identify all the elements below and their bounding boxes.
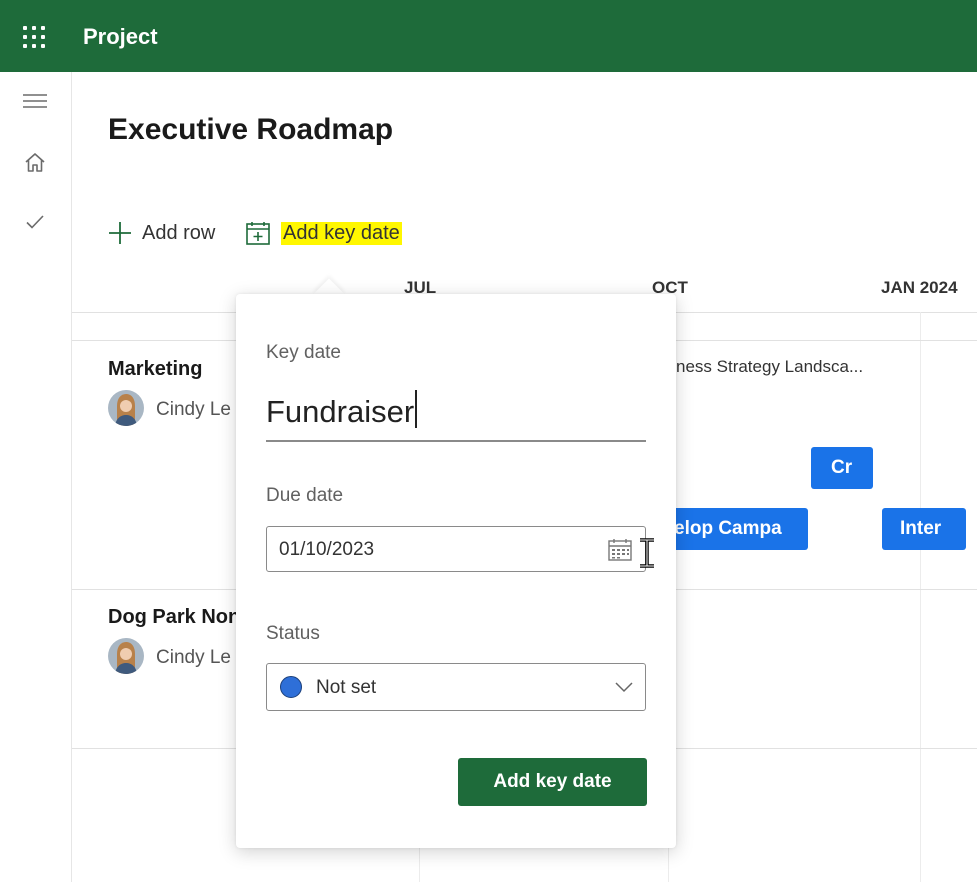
add-key-date-popover: Key date Fundraiser Due date 01/10/2023 … bbox=[236, 294, 676, 848]
task-bar[interactable]: Cr bbox=[811, 447, 873, 489]
row-name[interactable]: Dog Park Non bbox=[108, 606, 240, 629]
checkmark-icon[interactable] bbox=[18, 205, 52, 239]
text-cursor-icon bbox=[640, 538, 654, 568]
add-key-date-button[interactable]: Add key date bbox=[245, 218, 402, 248]
status-dot bbox=[280, 676, 302, 698]
due-date-value: 01/10/2023 bbox=[279, 539, 375, 560]
grid-line bbox=[920, 312, 921, 882]
chevron-down-icon bbox=[615, 682, 633, 693]
task-bar[interactable]: Inter bbox=[882, 508, 966, 550]
row-owner: Cindy Le bbox=[156, 399, 231, 420]
calendar-icon[interactable] bbox=[608, 539, 632, 561]
text-caret bbox=[415, 390, 418, 428]
plus-icon bbox=[109, 222, 131, 244]
add-key-date-submit-button[interactable]: Add key date bbox=[458, 758, 647, 806]
app-title[interactable]: Project bbox=[83, 24, 158, 50]
row-name[interactable]: Marketing bbox=[108, 358, 202, 381]
app-header: Project bbox=[0, 0, 977, 72]
key-date-input[interactable]: Fundraiser bbox=[266, 382, 646, 442]
row-owner: Cindy Le bbox=[156, 647, 231, 668]
calendar-add-icon bbox=[246, 222, 270, 245]
page-title: Executive Roadmap bbox=[108, 113, 394, 146]
status-select[interactable]: Not set bbox=[266, 663, 646, 711]
timeline-month: JAN 2024 bbox=[881, 278, 958, 297]
status-value: Not set bbox=[316, 677, 377, 698]
left-nav bbox=[0, 72, 72, 882]
avatar bbox=[108, 638, 144, 674]
add-row-label: Add row bbox=[142, 221, 216, 244]
waffle-icon[interactable] bbox=[21, 24, 47, 50]
roadmap-item-title[interactable]: ness Strategy Landsca... bbox=[676, 357, 863, 377]
avatar bbox=[108, 390, 144, 426]
due-date-label: Due date bbox=[266, 485, 344, 506]
key-date-value: Fundraiser bbox=[266, 394, 415, 429]
key-date-label: Key date bbox=[266, 342, 341, 363]
task-bar[interactable]: elop Campa bbox=[668, 508, 808, 550]
status-label: Status bbox=[266, 623, 320, 644]
home-icon[interactable] bbox=[18, 146, 52, 180]
add-row-button[interactable]: Add row bbox=[108, 218, 215, 248]
due-date-field[interactable]: 01/10/2023 bbox=[266, 526, 654, 572]
add-key-date-label: Add key date bbox=[281, 221, 402, 245]
hamburger-icon[interactable] bbox=[18, 84, 52, 118]
